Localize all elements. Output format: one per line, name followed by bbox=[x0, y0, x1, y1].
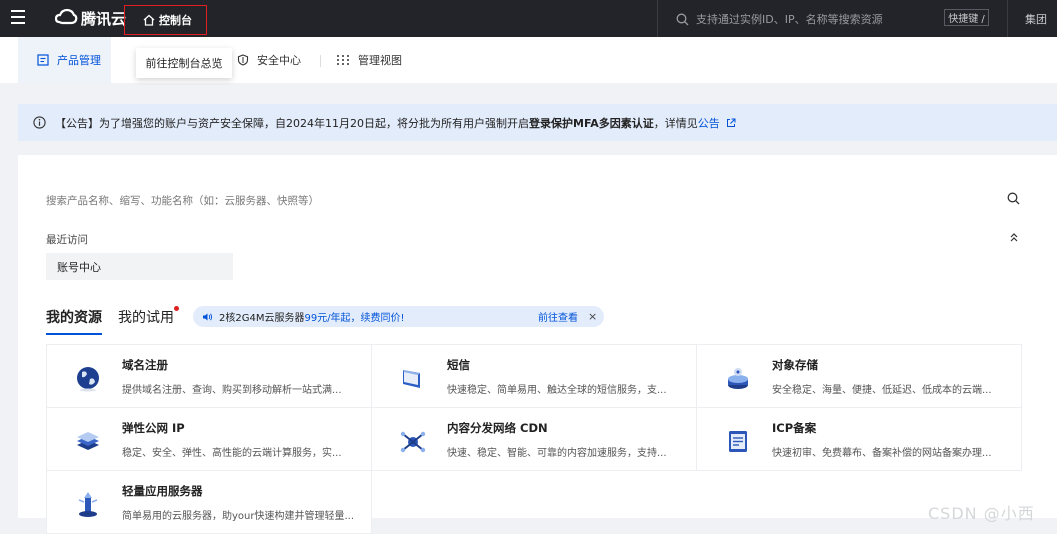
product-description: 提供域名注册、查询、购买到移动解析一站式满... bbox=[122, 385, 342, 396]
tab-label: 我的试用 bbox=[118, 310, 174, 326]
tab-product-management[interactable]: 产品管理 bbox=[18, 37, 111, 83]
console-home-link[interactable]: 控制台 bbox=[124, 5, 207, 35]
product-name: 内容分发网络 CDN bbox=[447, 421, 548, 435]
recent-item-account-center[interactable]: 账号中心 bbox=[46, 253, 233, 280]
promo-view-link[interactable]: 前往查看 bbox=[538, 309, 578, 324]
promo-highlight: 99元/年起，续费同价! bbox=[304, 313, 405, 324]
cdn-icon bbox=[400, 431, 426, 453]
tab-management-view[interactable]: 管理视图 bbox=[336, 37, 402, 83]
divider bbox=[320, 55, 321, 67]
group-account-label[interactable]: 集团 bbox=[1025, 11, 1047, 27]
console-overview-tooltip: 前往控制台总览 bbox=[136, 48, 232, 78]
product-description: 稳定、安全、弹性、高性能的云端计算服务，实... bbox=[122, 448, 342, 459]
tab-my-resources[interactable]: 我的资源 bbox=[46, 307, 102, 335]
recent-visits-label: 最近访问 bbox=[46, 234, 88, 246]
product-card-cdn[interactable]: 内容分发网络 CDN 快速、稳定、智能、可靠的内容加速服务，支持... bbox=[371, 407, 697, 471]
home-icon bbox=[143, 14, 155, 26]
tab-label: 管理视图 bbox=[358, 54, 402, 67]
product-search-input[interactable]: 搜索产品名称、缩写、功能名称（如：云服务器、快照等） bbox=[46, 193, 1030, 208]
lighthouse-icon bbox=[78, 492, 98, 517]
product-card-domain[interactable]: 域名注册 提供域名注册、查询、购买到移动解析一站式满... bbox=[46, 344, 372, 408]
product-name: 域名注册 bbox=[122, 358, 168, 372]
globe-icon bbox=[77, 367, 99, 392]
divider bbox=[1007, 0, 1008, 37]
chevron-double-up-icon[interactable] bbox=[1009, 231, 1019, 243]
shield-icon bbox=[237, 54, 249, 66]
product-description: 快速、稳定、智能、可靠的内容加速服务，支持... bbox=[447, 448, 667, 459]
speaker-icon bbox=[203, 313, 213, 320]
cloud-logo-icon bbox=[54, 8, 78, 25]
product-description: 快速稳定、简单易用、触达全球的短信服务，支... bbox=[447, 385, 667, 396]
search-icon bbox=[676, 13, 689, 25]
tab-label: 产品管理 bbox=[57, 54, 101, 67]
product-card-sms[interactable]: 短信 快速稳定、简单易用、触达全球的短信服务，支... bbox=[371, 344, 697, 408]
tab-security-center[interactable]: 安全中心 bbox=[237, 37, 301, 83]
product-card-lighthouse[interactable]: 轻量应用服务器 简单易用的云服务器，助your快速构建并管理轻量... bbox=[46, 470, 372, 534]
menu-icon[interactable] bbox=[11, 10, 25, 26]
promo-text: 2核2G4M云服务器 bbox=[219, 313, 305, 324]
product-card-object-storage[interactable]: 对象存储 安全稳定、海量、便捷、低延迟、低成本的云端... bbox=[696, 344, 1022, 408]
shortcut-key-button[interactable]: 快捷键 / bbox=[944, 9, 989, 26]
divider bbox=[657, 0, 658, 37]
watermark: CSDN @小西 bbox=[928, 504, 1035, 523]
product-card-eip[interactable]: 弹性公网 IP 稳定、安全、弹性、高性能的云端计算服务，实... bbox=[46, 407, 372, 471]
notification-dot bbox=[174, 306, 179, 311]
external-link-icon[interactable] bbox=[726, 118, 736, 128]
global-search-input[interactable]: 支持通过实例ID、IP、名称等搜索资源 bbox=[676, 11, 883, 27]
global-search-placeholder: 支持通过实例ID、IP、名称等搜索资源 bbox=[696, 13, 883, 26]
product-name: ICP备案 bbox=[772, 421, 817, 435]
product-description: 安全稳定、海量、便捷、低延迟、低成本的云端... bbox=[772, 385, 992, 396]
product-name: 弹性公网 IP bbox=[122, 421, 185, 435]
console-label: 控制台 bbox=[159, 14, 192, 27]
info-icon bbox=[33, 116, 46, 129]
close-icon[interactable]: × bbox=[588, 310, 597, 323]
tab-label: 安全中心 bbox=[257, 54, 301, 67]
brand-name: 腾讯云 bbox=[81, 9, 127, 28]
product-management-panel: 搜索产品名称、缩写、功能名称（如：云服务器、快照等） 最近访问 账号中心 我的资… bbox=[18, 155, 1057, 534]
announcement-text: 【公告】为了增强您的账户与资产安全保障，自2024年11月20日起，将分批为所有… bbox=[55, 116, 529, 130]
promo-banner: 2核2G4M云服务器 99元/年起，续费同价! 前往查看 × bbox=[193, 306, 604, 327]
grid-dots-icon bbox=[337, 55, 349, 65]
announcement-bold: 登录保护MFA多因素认证 bbox=[529, 116, 654, 130]
storage-icon bbox=[728, 368, 748, 389]
sms-icon bbox=[403, 370, 420, 388]
search-icon[interactable] bbox=[1007, 192, 1020, 205]
eip-icon bbox=[77, 432, 99, 450]
announcement-suffix: ，详情见 bbox=[653, 116, 698, 130]
resource-tabs: 我的资源 我的试用 bbox=[46, 306, 190, 335]
top-navigation-bar: 腾讯云 控制台 支持通过实例ID、IP、名称等搜索资源 快捷键 / 集团 bbox=[0, 0, 1057, 37]
product-description: 快速初审、免费幕布、备案补偿的网站备案办理... bbox=[772, 448, 992, 459]
announcement-link[interactable]: 公告 bbox=[698, 115, 720, 131]
product-name: 短信 bbox=[447, 358, 470, 372]
product-name: 对象存储 bbox=[772, 358, 818, 372]
product-description: 简单易用的云服务器，助your快速构建并管理轻量... bbox=[122, 511, 355, 522]
icp-icon bbox=[729, 431, 747, 452]
product-card-icp[interactable]: ICP备案 快速初审、免费幕布、备案补偿的网站备案办理... bbox=[696, 407, 1022, 471]
announcement-banner: 【公告】为了增强您的账户与资产安全保障，自2024年11月20日起，将分批为所有… bbox=[18, 104, 1057, 141]
tab-my-trials[interactable]: 我的试用 bbox=[118, 306, 179, 335]
list-icon bbox=[37, 54, 49, 66]
product-name: 轻量应用服务器 bbox=[122, 484, 203, 498]
brand-logo[interactable]: 腾讯云 bbox=[54, 7, 126, 29]
